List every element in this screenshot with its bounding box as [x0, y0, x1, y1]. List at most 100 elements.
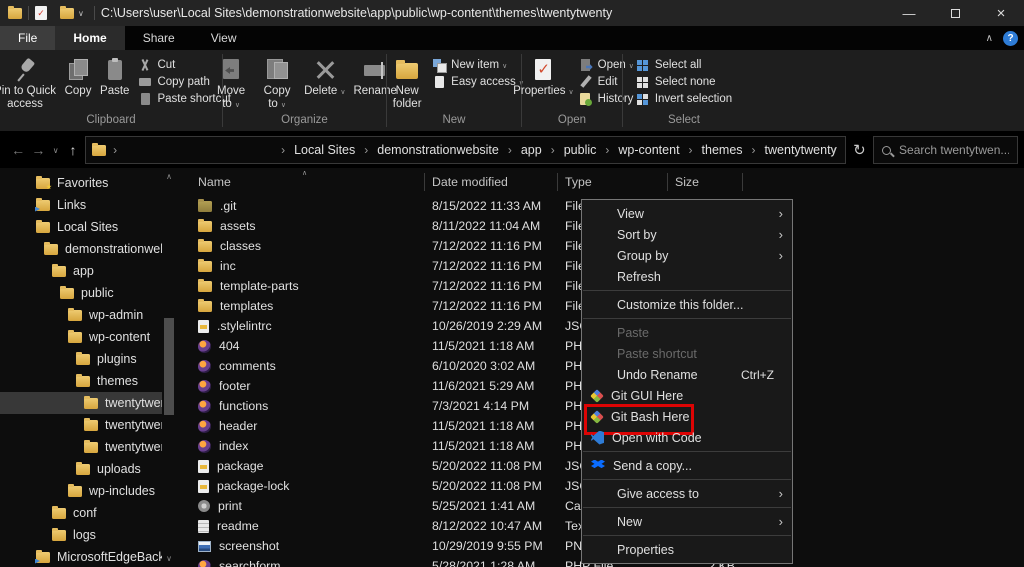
breadcrumb-item[interactable]: wp-content — [616, 143, 681, 157]
quick-access-folder-icon[interactable] — [8, 8, 22, 19]
sidebar-item[interactable]: demonstrationwebs — [0, 238, 162, 260]
search-input[interactable] — [899, 143, 1009, 157]
sidebar-scrollbar-thumb[interactable] — [164, 318, 174, 415]
tab-share[interactable]: Share — [125, 26, 193, 50]
sidebar-item[interactable]: Favorites — [0, 172, 162, 194]
breadcrumb-chevron-icon[interactable]: › — [508, 143, 512, 157]
pin-to-quick-access-button[interactable]: Pin to Quick access — [0, 54, 59, 113]
php-icon — [198, 440, 211, 453]
breadcrumb-item[interactable]: Local Sites — [292, 143, 357, 157]
quick-access-toolbar-dropdown-icon[interactable]: ∨ — [78, 9, 84, 18]
tab-view[interactable]: View — [193, 26, 255, 50]
tab-home[interactable]: Home — [55, 26, 124, 50]
folder-icon — [198, 301, 212, 312]
context-menu-item[interactable]: Open with Code › — [582, 427, 792, 448]
quick-access-newfolder-icon[interactable] — [60, 8, 74, 19]
move-to-button[interactable]: Move to — [209, 54, 253, 113]
breadcrumb-chevron-icon[interactable]: › — [113, 143, 117, 157]
sidebar-scrollbar[interactable]: ∧ ∨ — [162, 168, 176, 567]
breadcrumb-item[interactable]: themes — [700, 143, 745, 157]
invert-selection-button[interactable]: Invert selection — [636, 92, 732, 106]
breadcrumb-chevron-icon[interactable]: › — [364, 143, 368, 157]
menu-separator — [583, 507, 791, 508]
new-folder-button[interactable]: New folder — [384, 54, 430, 113]
context-menu-item[interactable]: Give access to › — [582, 483, 792, 504]
context-menu-item[interactable]: Git Bash Here › — [582, 406, 792, 427]
sidebar-item[interactable]: themes — [0, 370, 162, 392]
close-button[interactable]: × — [978, 0, 1024, 26]
up-button[interactable]: ↑ — [65, 142, 81, 158]
menu-separator — [583, 535, 791, 536]
back-button[interactable]: ← — [10, 142, 26, 158]
context-menu-item[interactable]: Send a copy... › — [582, 455, 792, 476]
breadcrumb-chevron-icon[interactable]: › — [551, 143, 555, 157]
column-header-date-modified[interactable]: Date modified — [425, 173, 558, 191]
folder-icon — [84, 420, 98, 431]
sidebar-item[interactable]: conf — [0, 502, 162, 524]
search-box[interactable] — [873, 136, 1018, 164]
delete-icon — [311, 56, 339, 84]
recent-locations-dropdown-icon[interactable]: ∨ — [51, 146, 61, 155]
address-dropdown-icon[interactable]: ∨ — [830, 145, 837, 156]
sidebar-item[interactable]: MicrosoftEdgeBacku — [0, 546, 162, 567]
folder-icon — [198, 261, 212, 272]
quick-access-properties-icon[interactable]: ✓ — [35, 6, 47, 20]
sidebar-item[interactable]: Local Sites — [0, 216, 162, 238]
folder-icon — [198, 221, 212, 232]
forward-button[interactable]: → — [30, 142, 46, 158]
help-icon[interactable]: ? — [1003, 31, 1018, 46]
sidebar-item[interactable]: logs — [0, 524, 162, 546]
copy-to-button[interactable]: Copy to — [255, 54, 299, 113]
copy-button[interactable]: Copy — [61, 54, 95, 100]
breadcrumb-chevron-icon[interactable]: › — [689, 143, 693, 157]
context-menu-item[interactable]: Paste shortcut › — [582, 343, 792, 364]
breadcrumb-chevron-icon[interactable]: › — [605, 143, 609, 157]
context-menu-item[interactable]: New › — [582, 511, 792, 532]
scroll-up-icon[interactable]: ∧ — [162, 172, 176, 181]
sidebar-item[interactable]: wp-includes — [0, 480, 162, 502]
scroll-down-icon[interactable]: ∨ — [162, 554, 176, 563]
sidebar-item[interactable]: twentytwen — [0, 392, 162, 414]
folder-icon — [76, 354, 90, 365]
sidebar-item[interactable]: wp-admin — [0, 304, 162, 326]
context-menu-item[interactable]: Undo Rename Ctrl+Z › — [582, 364, 792, 385]
column-headers: ∧ Name Date modified Type Size — [178, 168, 1024, 196]
sidebar-item[interactable]: twentytwen — [0, 414, 162, 436]
select-all-button[interactable]: Select all — [636, 58, 732, 72]
context-menu-item[interactable]: Group by › — [582, 245, 792, 266]
context-menu-item[interactable]: Paste › — [582, 322, 792, 343]
context-menu-item[interactable]: Customize this folder... › — [582, 294, 792, 315]
refresh-icon[interactable]: ↻ — [850, 141, 869, 159]
sidebar-item[interactable]: twentytwen — [0, 436, 162, 458]
properties-button[interactable]: Properties — [510, 54, 577, 100]
sidebar-item[interactable]: wp-content — [0, 326, 162, 348]
select-none-button[interactable]: Select none — [636, 75, 732, 89]
sidebar-item[interactable]: uploads — [0, 458, 162, 480]
maximize-button[interactable] — [932, 0, 978, 26]
column-header-size[interactable]: Size — [668, 173, 743, 191]
paste-button[interactable]: Paste — [97, 54, 132, 100]
context-menu-item[interactable]: Git GUI Here › — [582, 385, 792, 406]
context-menu-item[interactable]: View › — [582, 203, 792, 224]
breadcrumb-item[interactable]: public — [562, 143, 599, 157]
folder-icon — [68, 486, 82, 497]
breadcrumb-item[interactable]: app — [519, 143, 544, 157]
breadcrumb-chevron-icon[interactable]: › — [752, 143, 756, 157]
sidebar-item[interactable]: Links — [0, 194, 162, 216]
context-menu-item[interactable]: Refresh › — [582, 266, 792, 287]
address-bar[interactable]: › › Local Sites › demonstrationwebsite › app ›… — [85, 136, 846, 164]
delete-button[interactable]: Delete — [301, 54, 348, 100]
sidebar-item[interactable]: plugins — [0, 348, 162, 370]
context-menu-item[interactable]: Properties › — [582, 539, 792, 560]
column-header-type[interactable]: Type — [558, 173, 668, 191]
minimize-button[interactable]: — — [886, 0, 932, 26]
breadcrumb-item[interactable]: twentytwenty — [763, 143, 839, 157]
tab-file[interactable]: File — [0, 26, 55, 50]
collapse-ribbon-icon[interactable]: ∧ — [986, 33, 993, 44]
shortcut-label: Ctrl+Z — [741, 368, 774, 382]
sidebar-item[interactable]: public — [0, 282, 162, 304]
breadcrumb-item[interactable]: demonstrationwebsite — [375, 143, 501, 157]
sidebar-item[interactable]: app — [0, 260, 162, 282]
breadcrumb-chevron-icon[interactable]: › — [281, 143, 285, 157]
context-menu-item[interactable]: Sort by › — [582, 224, 792, 245]
